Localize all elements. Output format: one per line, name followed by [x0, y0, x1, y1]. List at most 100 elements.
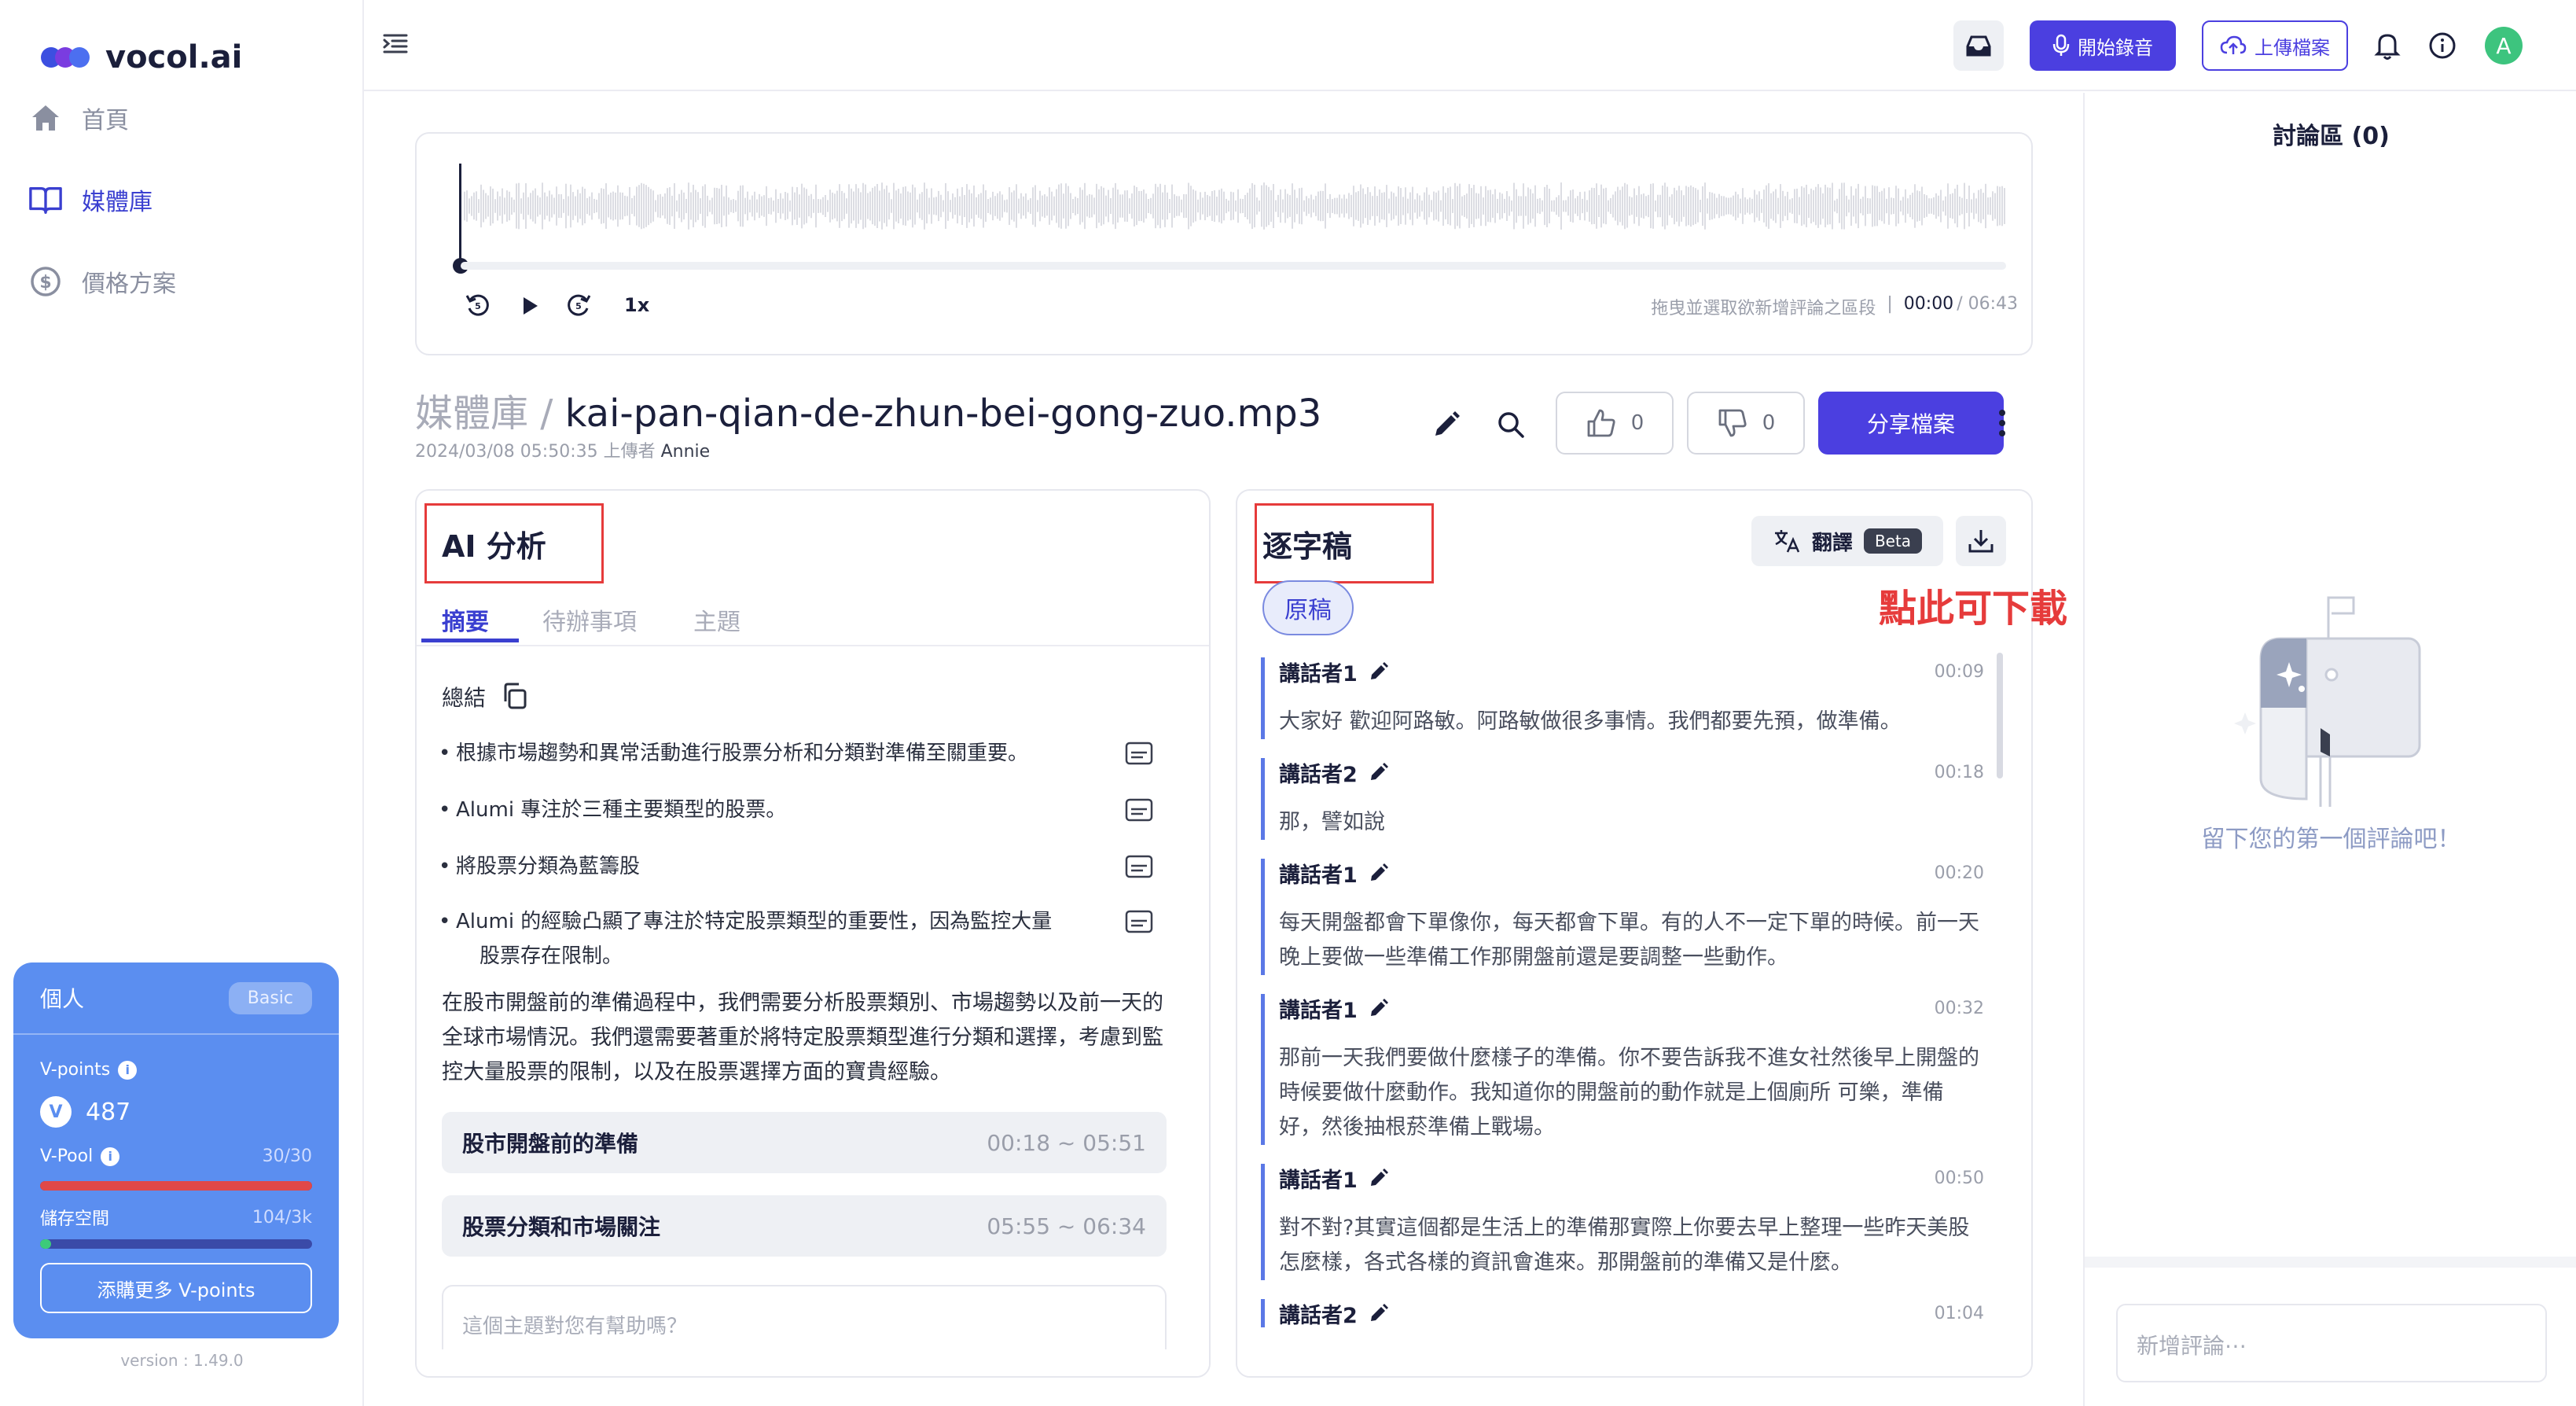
segment-time[interactable]: 00:18: [1935, 763, 1984, 782]
waveform-bar: [525, 183, 527, 229]
waveform-bar: [1315, 196, 1317, 216]
waveform-bar: [1473, 185, 1475, 227]
waveform-bar: [1839, 189, 1840, 223]
speaker-label[interactable]: 講話者2: [1279, 1298, 1389, 1329]
upload-button[interactable]: 上傳檔案: [2202, 20, 2348, 71]
play-icon[interactable]: [519, 294, 542, 318]
chapter-item[interactable]: 股票分類和市場關注 05:55 ~ 06:34: [442, 1195, 1167, 1257]
tab-topics[interactable]: 主題: [693, 602, 740, 637]
transcript-segment[interactable]: 講話者1 00:20 每天開盤都會下單像你，每天都會下單。有的人不一定下單的時候。前…: [1261, 859, 1984, 975]
sidebar-item-media-library[interactable]: 媒體庫: [28, 182, 153, 217]
waveform-bar: [1841, 182, 1843, 230]
chapter-item[interactable]: 股市開盤前的準備 00:18 ~ 05:51: [442, 1112, 1167, 1173]
comment-input[interactable]: 新增評論⋯: [2116, 1304, 2547, 1382]
subtitle-icon[interactable]: [1124, 741, 1156, 767]
waveform-bar: [1442, 186, 1444, 226]
segment-time[interactable]: 00:20: [1935, 863, 1984, 883]
active-tab-indicator: [421, 639, 519, 642]
waveform-bar: [707, 195, 708, 217]
record-button[interactable]: 開始錄音: [2030, 20, 2176, 71]
edit-title-icon[interactable]: [1428, 406, 1465, 444]
edit-speaker-icon[interactable]: [1369, 661, 1389, 682]
bell-icon[interactable]: [2373, 30, 2405, 61]
edit-speaker-icon[interactable]: [1369, 1303, 1389, 1323]
subtitle-icon[interactable]: [1124, 909, 1156, 936]
waveform-bar: [1549, 188, 1550, 224]
app-logo[interactable]: vocol.ai: [41, 39, 242, 75]
tab-summary[interactable]: 摘要: [442, 602, 489, 637]
waveform-bar: [1471, 188, 1472, 224]
edit-speaker-icon[interactable]: [1369, 762, 1389, 782]
avatar[interactable]: A: [2485, 27, 2523, 64]
like-button[interactable]: 0: [1556, 392, 1674, 455]
forward-icon[interactable]: 5: [564, 291, 596, 322]
rewind-icon[interactable]: 5: [464, 291, 495, 322]
subtitle-icon[interactable]: [1124, 797, 1156, 824]
waveform-bar: [1336, 197, 1338, 215]
info-icon[interactable]: i: [101, 1147, 120, 1166]
speaker-label[interactable]: 講話者1: [1279, 657, 1389, 687]
waveform-bar: [1586, 200, 1588, 212]
total-time: / 06:43: [1957, 294, 2018, 314]
segment-time[interactable]: 00:50: [1935, 1169, 1984, 1188]
breadcrumb-media-library[interactable]: 媒體庫: [415, 392, 528, 436]
speed-button[interactable]: 1x: [624, 294, 649, 316]
edit-speaker-icon[interactable]: [1369, 1168, 1389, 1188]
transcript-segment[interactable]: 講話者1 00:09 大家好 歡迎阿路敏。阿路敏做很多事情。我們都要先預，做準備。: [1261, 657, 1984, 739]
waveform-bar: [1794, 189, 1795, 223]
waveform-bar: [1379, 189, 1380, 223]
speaker-label[interactable]: 講話者1: [1279, 993, 1389, 1024]
waveform-bar: [688, 182, 689, 230]
copy-icon[interactable]: [500, 681, 531, 712]
add-vpoints-button[interactable]: 添購更多 V-points: [40, 1263, 312, 1313]
speaker-label[interactable]: 講話者2: [1279, 757, 1389, 788]
waveform[interactable]: [464, 171, 2006, 241]
collapse-sidebar-icon[interactable]: [381, 30, 413, 61]
waveform-bar: [1032, 187, 1034, 225]
waveform-bar: [1056, 189, 1057, 223]
search-icon[interactable]: [1492, 406, 1530, 444]
waveform-bar: [697, 192, 699, 220]
transcript-segment[interactable]: 講話者1 00:32 那前一天我們要做什麼樣子的準備。你不要告訴我不進女社然後早上開…: [1261, 994, 1984, 1145]
waveform-bar: [1735, 191, 1736, 221]
waveform-bar: [834, 193, 836, 219]
sidebar-item-pricing[interactable]: $ 價格方案: [28, 264, 176, 299]
more-menu-icon[interactable]: [1989, 406, 2016, 440]
help-icon[interactable]: [2428, 31, 2457, 60]
uploader-name: Annie: [660, 442, 711, 462]
original-chip[interactable]: 原稿: [1262, 580, 1354, 635]
dislike-button[interactable]: 0: [1687, 392, 1805, 455]
waveform-bar: [1200, 192, 1201, 220]
waveform-bar: [919, 193, 921, 219]
info-icon[interactable]: i: [118, 1060, 138, 1080]
waveform-bar: [1152, 193, 1154, 219]
edit-speaker-icon[interactable]: [1369, 863, 1389, 883]
progress-track[interactable]: [461, 262, 2006, 270]
segment-time[interactable]: 01:04: [1935, 1304, 1984, 1323]
transcript-scrollbar[interactable]: [1997, 653, 2003, 778]
waveform-bar: [685, 198, 687, 214]
edit-speaker-icon[interactable]: [1369, 998, 1389, 1018]
share-button[interactable]: 分享檔案: [1818, 392, 2004, 455]
tab-todo[interactable]: 待辦事項: [542, 602, 637, 637]
download-button[interactable]: [1956, 516, 2006, 566]
waveform-bar: [1612, 194, 1614, 218]
waveform-bar: [1381, 193, 1383, 219]
segment-time[interactable]: 00:32: [1935, 999, 1984, 1018]
translate-button[interactable]: 翻譯 Beta: [1751, 516, 1943, 566]
storage-progress-bar: [40, 1239, 312, 1249]
waveform-bar: [1466, 193, 1468, 219]
waveform-bar: [1183, 193, 1185, 219]
speaker-label[interactable]: 講話者1: [1279, 858, 1389, 889]
waveform-bar: [678, 193, 680, 219]
segment-time[interactable]: 00:09: [1935, 662, 1984, 682]
transcript-segment[interactable]: 講話者2 00:18 那，譬如說: [1261, 758, 1984, 840]
version-label: version : 1.49.0: [120, 1351, 244, 1370]
sidebar-item-home[interactable]: 首頁: [28, 101, 129, 135]
speaker-label[interactable]: 講話者1: [1279, 1163, 1389, 1194]
inbox-button[interactable]: [1953, 20, 2004, 71]
transcript-segment[interactable]: 講話者1 00:50 對不對?其實這個都是生活上的準備那實際上你要去早上整理一些昨天…: [1261, 1164, 1984, 1280]
transcript-segment[interactable]: 講話者2 01:04: [1261, 1298, 1984, 1329]
subtitle-icon[interactable]: [1124, 854, 1156, 881]
playhead-line[interactable]: [459, 164, 461, 267]
